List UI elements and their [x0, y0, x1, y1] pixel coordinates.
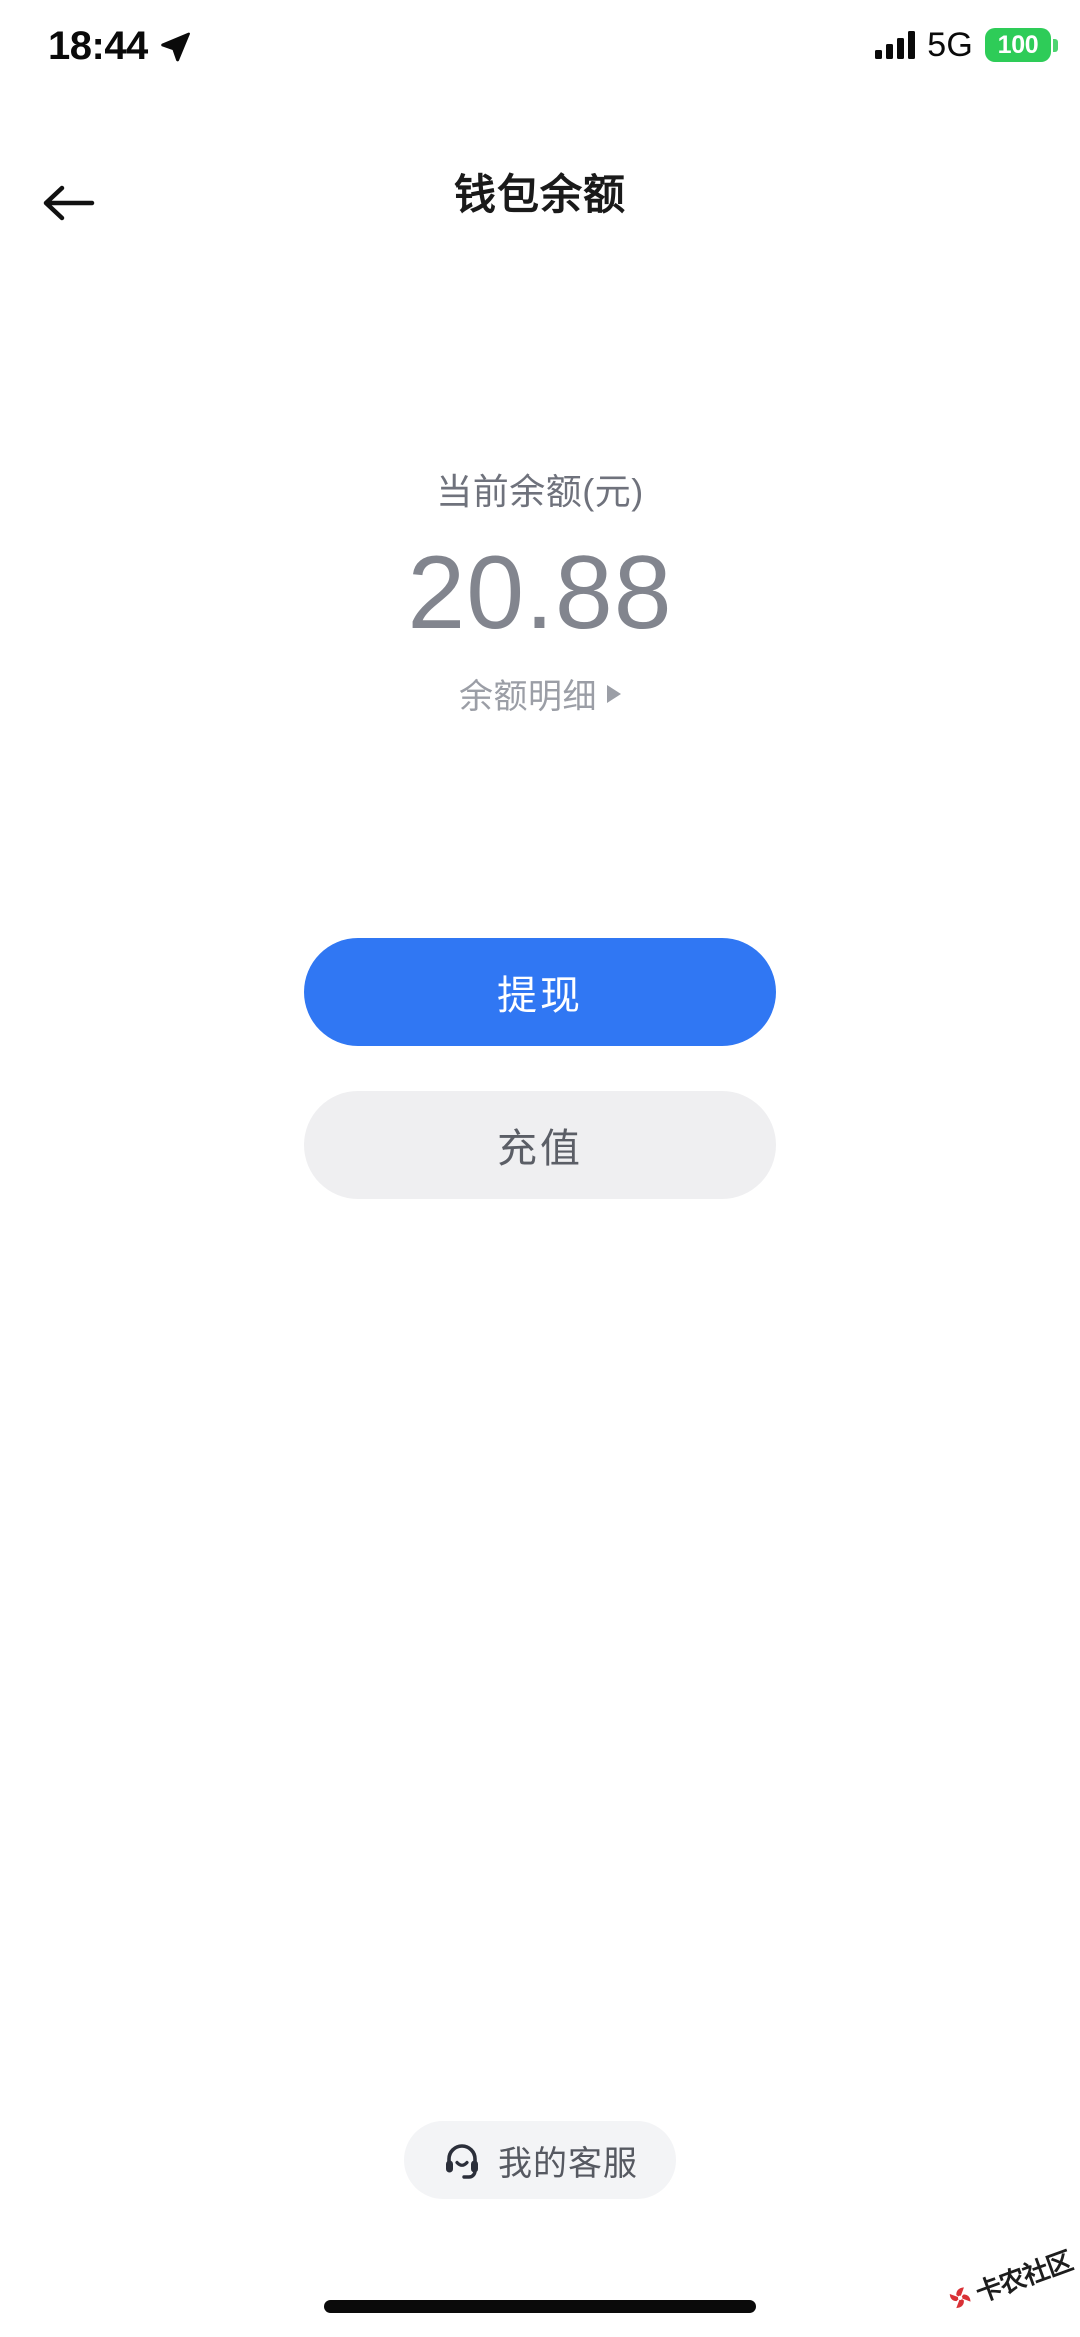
battery-percent-label: 100 [997, 30, 1039, 59]
customer-service-label: 我的客服 [498, 2144, 638, 2183]
balance-section: 当前余额(元) 20.88 余额明细 [0, 470, 1080, 718]
withdraw-button[interactable]: 提现 [304, 938, 776, 1046]
watermark-text: 卡农社区 [971, 2245, 1076, 2308]
watermark-logo-icon [949, 2287, 971, 2309]
balance-detail-link[interactable]: 余额明细 [459, 669, 621, 718]
watermark: 卡农社区 [935, 2221, 1080, 2337]
caret-right-icon [607, 684, 621, 703]
status-time: 18:44 [48, 24, 148, 68]
balance-label: 当前余额(元) [436, 471, 644, 512]
status-bar-left: 18:44 [48, 26, 192, 66]
nav-bar: 钱包余额 [0, 155, 1080, 250]
customer-service-button[interactable]: 我的客服 [404, 2121, 676, 2199]
location-arrow-icon [161, 32, 190, 62]
status-bar-right: 5G 100 [875, 28, 1058, 62]
balance-amount: 20.88 [407, 535, 673, 652]
home-indicator[interactable] [324, 2300, 756, 2313]
recharge-button[interactable]: 充值 [304, 1091, 776, 1199]
action-buttons: 提现 充值 [0, 938, 1080, 1199]
battery-cap [1053, 38, 1058, 52]
headset-icon [446, 2144, 478, 2179]
battery-icon: 100 [985, 28, 1058, 62]
balance-detail-label: 余额明细 [459, 678, 597, 717]
cellular-signal-icon [875, 31, 916, 59]
network-type-label: 5G [927, 26, 973, 64]
page-title: 钱包余额 [453, 171, 626, 218]
status-bar: 18:44 5G 100 [0, 0, 1080, 100]
wallet-balance-screen: 18:44 5G 100 钱包余额 当前余额(元) 20.88 余额明细 提现 … [0, 0, 1080, 2337]
